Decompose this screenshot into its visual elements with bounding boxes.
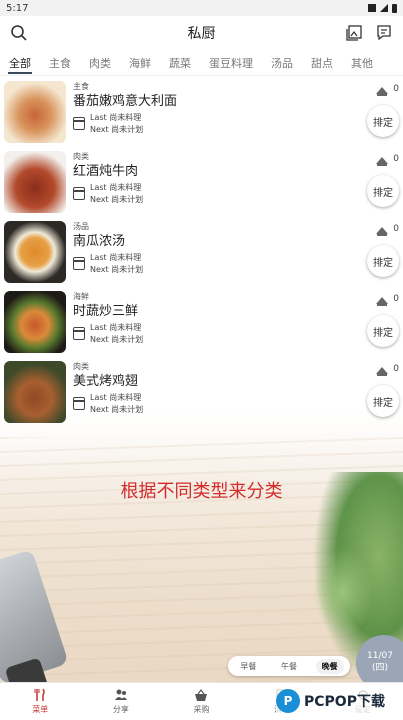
chef-hat-icon — [376, 157, 388, 166]
nav-label-purchase: 采购 — [193, 705, 210, 714]
calendar-icon — [73, 257, 85, 270]
list-item[interactable]: 主食 番茄嫩鸡意大利面 Last 尚未料理 Next 尚未计划 0 排定 — [0, 77, 403, 147]
last-cooked: Last 尚未料理 — [90, 323, 142, 332]
meal-lunch[interactable]: 午餐 — [275, 659, 303, 674]
schedule-button[interactable]: 排定 — [367, 175, 399, 207]
list-item[interactable]: 海鲜 时蔬炒三鲜 Last 尚未料理 Next 尚未计划 0 排定 — [0, 287, 403, 357]
utensils-icon — [34, 688, 46, 701]
date-day: 11/07 — [367, 651, 393, 662]
chef-hat-icon — [376, 227, 388, 236]
schedule-button[interactable]: 排定 — [367, 105, 399, 137]
last-cooked: Last 尚未料理 — [90, 183, 142, 192]
schedule-button[interactable]: 排定 — [367, 315, 399, 347]
schedule-button[interactable]: 排定 — [367, 385, 399, 417]
tab-meat[interactable]: 肉类 — [80, 50, 120, 76]
watermark-logo: P — [276, 689, 300, 713]
next-planned: Next 尚未计划 — [90, 195, 144, 204]
recipe-thumbnail[interactable] — [4, 151, 66, 213]
recipe-name: 时蔬炒三鲜 — [73, 304, 139, 319]
nav-label-share: 分享 — [112, 705, 129, 714]
recipe-list-area[interactable]: 主食 番茄嫩鸡意大利面 Last 尚未料理 Next 尚未计划 0 排定 肉类 … — [0, 77, 403, 682]
search-icon[interactable] — [10, 24, 28, 42]
status-time: 5:17 — [6, 2, 29, 14]
list-item[interactable]: 肉类 美式烤鸡翅 Last 尚未料理 Next 尚未计划 0 排定 — [0, 357, 403, 427]
list-item[interactable]: 肉类 红酒炖牛肉 Last 尚未料理 Next 尚未计划 0 排定 — [0, 147, 403, 217]
cook-count: 0 — [393, 294, 399, 304]
tab-other[interactable]: 其他 — [342, 50, 382, 76]
people-icon — [114, 689, 127, 700]
background-herbs-small — [313, 547, 373, 637]
meal-breakfast[interactable]: 早餐 — [234, 659, 262, 674]
gallery-icon[interactable] — [345, 24, 363, 42]
next-planned: Next 尚未计划 — [90, 335, 144, 344]
tab-all[interactable]: 全部 — [0, 50, 40, 76]
calendar-icon — [73, 327, 85, 340]
list-item[interactable]: 汤品 南瓜浓汤 Last 尚未料理 Next 尚未计划 0 排定 — [0, 217, 403, 287]
meal-dinner[interactable]: 晚餐 — [315, 658, 344, 674]
cook-count: 0 — [393, 364, 399, 374]
cook-count: 0 — [393, 154, 399, 164]
meal-selector: 早餐 午餐 晚餐 — [228, 656, 350, 676]
recipe-thumbnail[interactable] — [4, 361, 66, 423]
tab-staple[interactable]: 主食 — [40, 50, 80, 76]
calendar-icon — [73, 117, 85, 130]
date-weekday: (四) — [371, 663, 389, 673]
watermark-text: PCPOP下载 — [304, 694, 385, 710]
tab-soup[interactable]: 汤品 — [262, 50, 302, 76]
wifi-icon — [368, 4, 376, 12]
nav-menu[interactable]: 菜单 — [0, 683, 81, 720]
last-cooked: Last 尚未料理 — [90, 253, 142, 262]
next-planned: Next 尚未计划 — [90, 125, 144, 134]
cook-count: 0 — [393, 224, 399, 234]
last-cooked: Last 尚未料理 — [90, 393, 142, 402]
recipe-name: 红酒炖牛肉 — [73, 164, 139, 179]
recipe-thumbnail[interactable] — [4, 291, 66, 353]
category-tabs: 全部 主食 肉类 海鲜 蔬菜 蛋豆料理 汤品 甜点 其他 — [0, 50, 403, 76]
nav-purchase[interactable]: 采购 — [161, 683, 242, 720]
schedule-button[interactable]: 排定 — [367, 245, 399, 277]
calendar-icon — [73, 187, 85, 200]
page-title: 私厨 — [187, 26, 216, 42]
watermark: P PCPOP下载 — [276, 684, 403, 718]
chef-hat-icon — [376, 297, 388, 306]
battery-icon — [392, 3, 397, 13]
chef-hat-icon — [376, 367, 388, 376]
recipe-thumbnail[interactable] — [4, 81, 66, 143]
tab-dessert[interactable]: 甜点 — [302, 50, 342, 76]
cook-count: 0 — [393, 84, 399, 94]
new-recipe-icon[interactable] — [375, 24, 393, 42]
status-bar: 5:17 — [0, 0, 403, 16]
tab-vegetables[interactable]: 蔬菜 — [160, 50, 200, 76]
status-icons — [368, 3, 397, 13]
tab-egg-tofu[interactable]: 蛋豆料理 — [200, 50, 262, 76]
basket-icon — [195, 689, 208, 701]
recipe-thumbnail[interactable] — [4, 221, 66, 283]
calendar-icon — [73, 397, 85, 410]
recipe-name: 美式烤鸡翅 — [73, 374, 139, 389]
nav-label-menu: 菜单 — [32, 705, 49, 714]
next-planned: Next 尚未计划 — [90, 405, 144, 414]
chef-hat-icon — [376, 87, 388, 96]
recipe-name: 番茄嫩鸡意大利面 — [73, 94, 178, 109]
top-bar: 私厨 — [0, 16, 403, 50]
annotation-text: 根据不同类型来分类 — [120, 481, 283, 502]
nav-share[interactable]: 分享 — [81, 683, 162, 720]
last-cooked: Last 尚未料理 — [90, 113, 142, 122]
next-planned: Next 尚未计划 — [90, 265, 144, 274]
recipe-name: 南瓜浓汤 — [73, 234, 126, 249]
signal-icon — [380, 4, 388, 12]
tab-seafood[interactable]: 海鲜 — [120, 50, 160, 76]
